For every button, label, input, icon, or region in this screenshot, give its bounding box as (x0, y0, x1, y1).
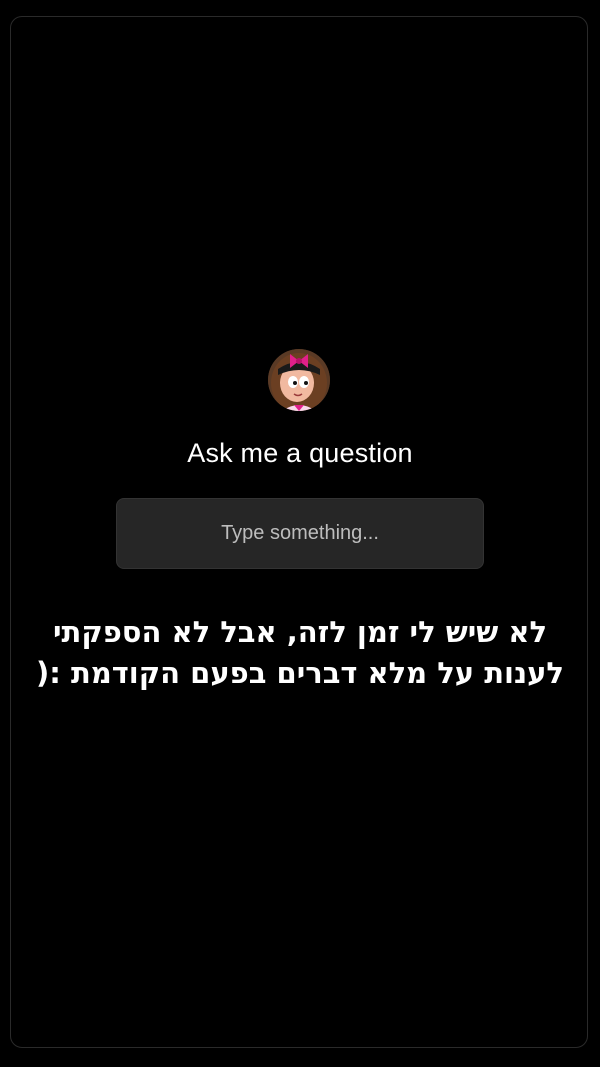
question-input-placeholder: Type something... (221, 522, 379, 544)
caption-line-1: לא שיש לי זמן לזה, אבל לא הספקתי (53, 615, 547, 649)
profile-avatar-icon (268, 349, 330, 411)
question-input[interactable]: Type something... (116, 498, 484, 569)
story-caption: לא שיש לי זמן לזה, אבל לא הספקתי לענות ע… (30, 612, 570, 694)
question-prompt: Ask me a question (187, 438, 413, 468)
caption-line-2: לענות על מלא דברים בפעם הקודמת :( (36, 656, 564, 690)
